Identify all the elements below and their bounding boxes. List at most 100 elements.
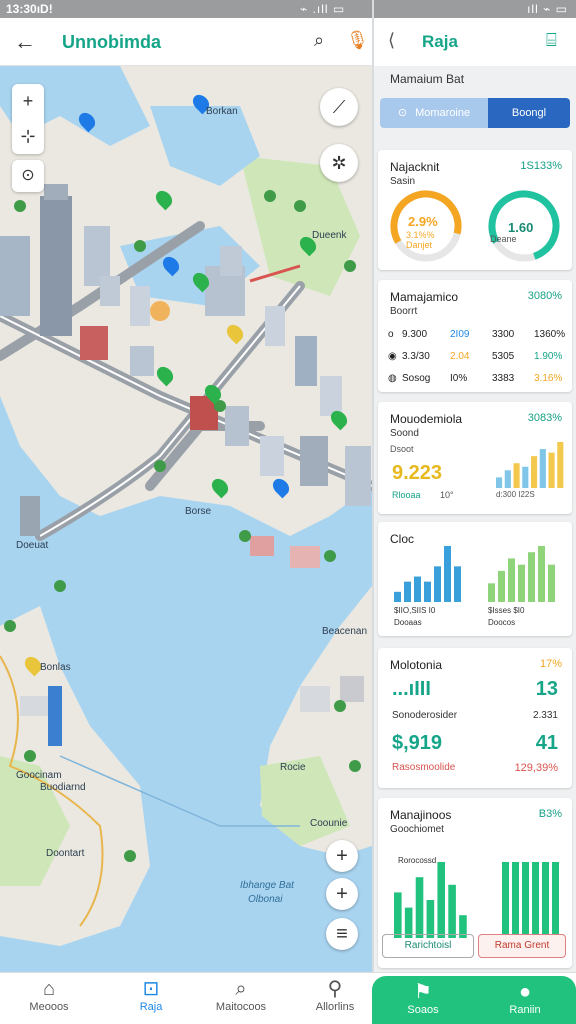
microphone-icon[interactable]: 🎙 xyxy=(346,30,369,51)
row-icon: ◍ xyxy=(388,373,397,384)
card-title: Mouodemiola xyxy=(390,412,463,426)
card-subtitle: Boorrt xyxy=(390,306,418,317)
map-label: Bonlas xyxy=(40,662,71,673)
chart-bar xyxy=(552,862,559,938)
bookmark-icon[interactable]: ⌸ xyxy=(546,30,557,51)
map-label: Beacenan xyxy=(322,626,368,637)
card-value: 3080% xyxy=(527,290,562,302)
table-card[interactable]: Mamajamico Boorrt 3080% o 9.300 2I09 330… xyxy=(378,280,572,392)
nav-home[interactable]: ⌂ Meooos xyxy=(4,977,94,1013)
city-map[interactable]: Borkan Dueenk Borse Doeuat Beacenan Bonl… xyxy=(0,66,372,972)
nav-flag[interactable]: ⚑ Soaos xyxy=(378,980,468,1016)
foot-label: d:300 I22S xyxy=(496,490,535,499)
map-pane: ← Unnobimda ⌕ 🎙 Borkan Dueenk Borse Doeu… xyxy=(0,18,372,972)
zoom-in-icon[interactable]: + xyxy=(12,84,44,119)
nav-search[interactable]: ⌕ Maitocoos xyxy=(196,977,286,1013)
bar-chart-blue xyxy=(394,546,461,602)
nav-profile[interactable]: ⚲ Allorlins xyxy=(290,977,380,1013)
chart-bar xyxy=(522,862,529,938)
back-arrow-icon[interactable]: ← xyxy=(14,29,36,55)
bottom-navigation-right: ⚑ Soaos ● Raniin xyxy=(372,976,576,1024)
chart-bar xyxy=(508,558,515,602)
gauge-2-label: Deane xyxy=(490,234,517,244)
row-icon: o xyxy=(388,329,394,340)
locate-button[interactable]: ⊙ xyxy=(12,160,44,192)
chart-bar xyxy=(394,591,401,602)
nav-raja[interactable]: ⊡ Raja xyxy=(106,977,196,1013)
chart-bar xyxy=(448,884,456,938)
metric-value: 41 xyxy=(535,732,558,754)
layers-button[interactable]: ✲ xyxy=(320,144,358,182)
gauges xyxy=(390,190,560,262)
chart-bar xyxy=(504,470,511,488)
metric-label: Sonoderosider xyxy=(392,710,458,721)
locate-icon: ⊙ xyxy=(21,167,35,184)
right-action-button[interactable]: Rama Grent xyxy=(478,934,566,958)
menu-icon: ≡ xyxy=(336,923,348,945)
zoom-in-button[interactable]: + xyxy=(326,840,358,872)
cell: 1.90% xyxy=(534,351,563,362)
foot-label: 10° xyxy=(440,490,454,500)
menu-button[interactable]: ≡ xyxy=(326,918,358,950)
table-row[interactable]: ◉ 3.3/30 2.04 5305 1.90% xyxy=(388,348,564,370)
status-time: 13:30ıD! xyxy=(6,2,53,16)
map-label: Dueenk xyxy=(312,230,347,241)
dashboard-top-bar: ⟨ Raja ⌸ xyxy=(374,18,576,66)
card-subtitle: Soond xyxy=(390,428,419,439)
metric-label: 129,39% xyxy=(514,762,558,774)
chart-card[interactable]: Cloc $IIO,SIIS I0 Dooaas $Isses $I0 Dooc… xyxy=(378,522,572,636)
row-icon: ◉ xyxy=(388,351,397,362)
left-action-button[interactable]: Rarichtoisl xyxy=(382,934,474,958)
back-arrow-icon[interactable]: ⟨ xyxy=(388,30,395,51)
summary-card[interactable]: Manajinoos Goochiomet B3% Rorocossd Rari… xyxy=(378,798,572,968)
map-top-bar: ← Unnobimda ⌕ 🎙 xyxy=(0,18,372,66)
chart-bar xyxy=(502,862,509,938)
cell: 2I09 xyxy=(450,329,470,340)
flag-icon: ⚑ xyxy=(414,981,432,1003)
chart-bar xyxy=(414,576,421,602)
segment-right[interactable]: Boongl xyxy=(488,98,570,128)
nav-label: Raja xyxy=(139,1001,163,1013)
compass-plus-icon[interactable]: ⊹ xyxy=(12,119,44,154)
chart-foot: $Isses $I0 xyxy=(488,606,525,615)
nav-label: Soaos xyxy=(407,1004,439,1016)
chart-bar xyxy=(434,566,441,602)
measure-button[interactable]: ⟋ xyxy=(320,88,358,126)
nav-chat[interactable]: ● Raniin xyxy=(480,980,570,1016)
status-icons-left: ⌁ .ıll ▭ xyxy=(300,2,346,16)
map-label: Doontart xyxy=(46,848,85,859)
card-subtitle-2: Dsoot xyxy=(390,444,414,454)
stat-card[interactable]: Mouodemiola Soond Dsoot 3083% 9.223 Rloo… xyxy=(378,402,572,514)
ruler-icon: ⟋ xyxy=(332,97,346,117)
chart-bar xyxy=(532,862,539,938)
metric-value: 13 xyxy=(535,678,558,700)
sand-patch xyxy=(150,301,170,321)
layers-icon: ✲ xyxy=(331,153,347,173)
chart-bar xyxy=(542,862,549,938)
metrics-card[interactable]: Molotonia 17% ...ıIII 13 Sonoderosider 2… xyxy=(378,648,572,788)
chart-bar xyxy=(531,456,538,488)
bar-chart xyxy=(496,442,564,488)
status-icons-right: ıll ⌁ ▭ xyxy=(527,2,568,16)
gauge-card[interactable]: Najacknit Sasin 1S133% 2.9% 3.1%% Danjet… xyxy=(378,150,572,270)
card-value: 17% xyxy=(539,658,562,670)
chart-bar xyxy=(548,452,555,488)
chart-bar xyxy=(426,900,435,938)
zoom-plus-button[interactable]: + xyxy=(326,878,358,910)
cell: 3.3/30 xyxy=(402,351,430,362)
chart-bar xyxy=(518,564,525,602)
chart-bar xyxy=(548,564,555,602)
nav-label: Raniin xyxy=(509,1004,541,1016)
chart-bar xyxy=(538,546,545,602)
zoom-control: + ⊹ xyxy=(12,84,44,154)
metric-value: ...ıIII xyxy=(392,678,431,700)
data-table: o 9.300 2I09 3300 1360% ◉ 3.3/30 2.04 53… xyxy=(388,326,565,392)
table-row[interactable]: o 9.300 2I09 3300 1360% xyxy=(388,326,565,348)
cell: 9.300 xyxy=(402,329,428,340)
foot-label: Rlooaa xyxy=(392,490,421,500)
segment-left[interactable]: ⊙ Momaroine xyxy=(380,98,488,128)
table-row[interactable]: ◍ Sosog I0% 3383 3.16% xyxy=(388,370,564,392)
search-icon[interactable]: ⌕ xyxy=(314,30,324,51)
chart-bar xyxy=(404,581,411,602)
search-icon: ⌕ xyxy=(235,978,247,1000)
